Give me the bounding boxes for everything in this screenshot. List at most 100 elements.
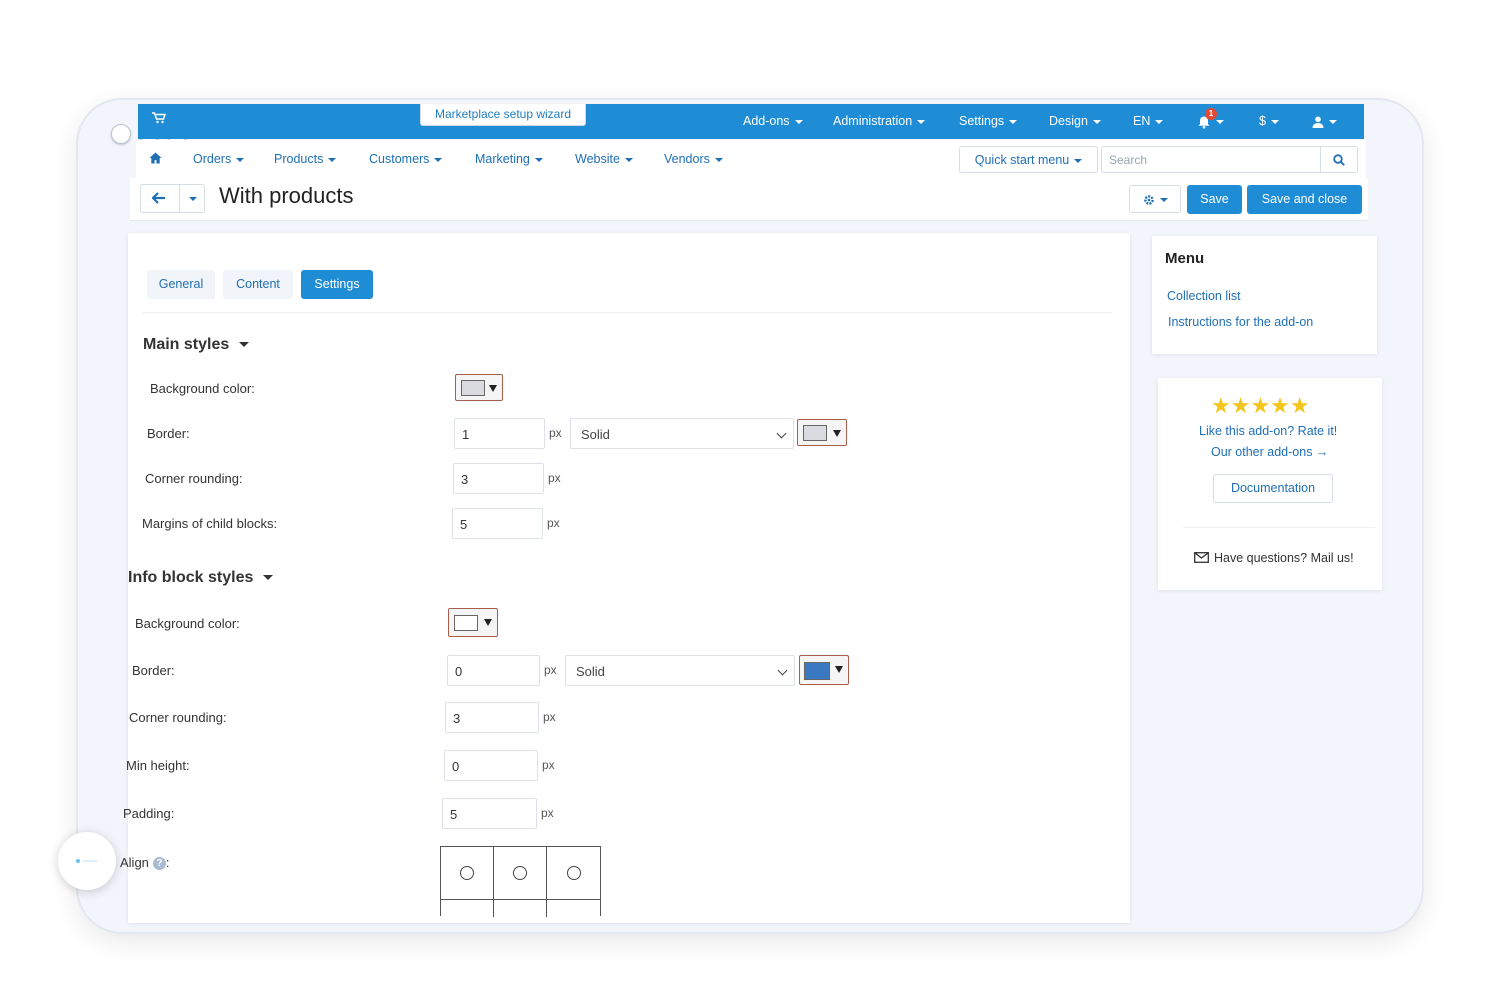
chevron-down-icon xyxy=(1155,119,1164,124)
border-label: Border: xyxy=(147,426,190,441)
quick-start-label: Quick start menu xyxy=(974,153,1070,167)
color-swatch xyxy=(454,615,478,631)
border-style-select[interactable]: Solid xyxy=(565,655,795,686)
chevron-down-icon xyxy=(263,575,274,581)
border-width-input[interactable]: 1 xyxy=(454,418,545,449)
background-color-picker[interactable] xyxy=(448,608,498,637)
chevron-down-icon xyxy=(794,119,803,124)
nav-orders-label: Orders xyxy=(193,152,232,166)
mail-us-text: Have questions? Mail us! xyxy=(1214,551,1354,565)
border-label: Border: xyxy=(132,663,175,678)
margins-label: Margins of child blocks: xyxy=(142,516,278,531)
nav-customers-label: Customers xyxy=(369,152,430,166)
min-height-label: Min height: xyxy=(126,758,190,773)
instructions-link[interactable]: Instructions for the add-on xyxy=(1168,315,1313,329)
border-color-picker[interactable] xyxy=(799,655,849,685)
padding-label: Padding: xyxy=(123,806,175,821)
chevron-down-icon xyxy=(714,157,723,162)
chevron-down-icon xyxy=(917,119,926,124)
topnav-administration[interactable]: Administration xyxy=(833,104,926,139)
topnav-administration-label: Administration xyxy=(833,114,913,128)
align-radio-top-left[interactable] xyxy=(460,866,474,880)
collection-list-link[interactable]: Collection list xyxy=(1167,289,1241,303)
history-dropdown-button[interactable] xyxy=(180,184,205,213)
align-radio-top-center[interactable] xyxy=(513,866,527,880)
search-input[interactable]: Search xyxy=(1101,146,1321,173)
info-block-styles-toggle[interactable]: Info block styles xyxy=(128,569,274,587)
section-title: Info block styles xyxy=(128,569,254,586)
chevron-down-icon xyxy=(434,157,443,162)
envelope-icon xyxy=(1194,552,1209,563)
nav-orders[interactable]: Orders xyxy=(193,152,245,166)
topnav-settings-label: Settings xyxy=(959,114,1005,128)
other-addons-link[interactable]: Our other add-ons → xyxy=(1211,445,1328,459)
nav-marketing-label: Marketing xyxy=(475,152,530,166)
select-value: Solid xyxy=(576,664,605,679)
floating-chat-button[interactable] xyxy=(58,832,116,890)
select-value: Solid xyxy=(581,427,610,442)
chevron-down-icon xyxy=(1159,197,1168,202)
quick-start-menu-button[interactable]: Quick start menu xyxy=(959,146,1098,173)
nav-vendors[interactable]: Vendors xyxy=(664,152,723,166)
nav-customers[interactable]: Customers xyxy=(369,152,443,166)
chevron-down-icon xyxy=(624,157,633,162)
align-grid xyxy=(440,846,601,917)
nav-marketing[interactable]: Marketing xyxy=(475,152,543,166)
shopping-cart-icon[interactable] xyxy=(152,112,166,127)
nav-website-label: Website xyxy=(575,152,620,166)
language-selector[interactable]: EN xyxy=(1133,104,1164,139)
chevron-down-icon xyxy=(1270,119,1279,124)
mail-us-link[interactable]: Have questions? Mail us! xyxy=(1194,551,1354,565)
save-and-close-button[interactable]: Save and close xyxy=(1247,185,1362,214)
grid-line xyxy=(493,847,494,917)
rating-stars[interactable]: ★★★★★ xyxy=(1211,393,1310,419)
background-color-picker[interactable] xyxy=(455,374,503,401)
align-colon: : xyxy=(165,855,170,870)
language-label: EN xyxy=(1133,114,1151,128)
search-icon xyxy=(1333,154,1345,166)
chevron-down-icon xyxy=(484,619,492,626)
corner-rounding-input[interactable]: 3 xyxy=(453,463,544,494)
margins-input[interactable]: 5 xyxy=(452,508,543,539)
question-circle-icon[interactable]: ? xyxy=(152,857,166,871)
settings-dropdown-button[interactable] xyxy=(1129,185,1181,213)
align-radio-top-right[interactable] xyxy=(567,866,581,880)
corner-rounding-label: Corner rounding: xyxy=(145,471,243,486)
topnav-settings[interactable]: Settings xyxy=(959,104,1018,139)
chevron-down-icon xyxy=(1216,119,1224,124)
save-button[interactable]: Save xyxy=(1187,185,1242,214)
nav-products-label: Products xyxy=(274,152,324,166)
main-styles-toggle[interactable]: Main styles xyxy=(143,336,250,354)
color-swatch xyxy=(803,425,827,441)
padding-input[interactable]: 5 xyxy=(442,798,537,829)
user-icon xyxy=(1312,116,1324,128)
border-width-input[interactable]: 0 xyxy=(447,655,540,686)
corner-rounding-label: Corner rounding: xyxy=(129,710,227,725)
rate-addon-link[interactable]: Like this add-on? Rate it! xyxy=(1199,424,1337,438)
topnav-design[interactable]: Design xyxy=(1049,104,1101,139)
background-color-label: Background color: xyxy=(150,381,255,396)
border-style-select[interactable]: Solid xyxy=(570,418,794,449)
documentation-button[interactable]: Documentation xyxy=(1213,474,1333,503)
unit-label: px xyxy=(542,758,555,772)
unit-label: px xyxy=(548,471,561,485)
border-color-picker[interactable] xyxy=(797,419,847,446)
nav-website[interactable]: Website xyxy=(575,152,633,166)
tab-general[interactable]: General xyxy=(147,270,215,299)
nav-products[interactable]: Products xyxy=(274,152,337,166)
tab-settings[interactable]: Settings xyxy=(301,270,373,299)
topnav-addons[interactable]: Add-ons xyxy=(743,104,803,139)
min-height-input[interactable]: 0 xyxy=(444,750,538,781)
currency-selector[interactable]: $ xyxy=(1259,104,1279,139)
corner-rounding-input[interactable]: 3 xyxy=(445,702,539,733)
search-button[interactable] xyxy=(1320,146,1358,173)
setup-wizard-button[interactable]: Marketplace setup wizard xyxy=(420,104,586,126)
user-menu-button[interactable] xyxy=(1312,104,1337,139)
topnav-addons-label: Add-ons xyxy=(743,114,790,128)
back-button[interactable] xyxy=(140,184,179,213)
background-color-label: Background color: xyxy=(135,616,240,631)
home-icon[interactable] xyxy=(149,152,162,167)
tabs-divider xyxy=(142,312,1112,313)
tab-content[interactable]: Content xyxy=(223,270,293,299)
menu-title: Menu xyxy=(1165,250,1205,267)
